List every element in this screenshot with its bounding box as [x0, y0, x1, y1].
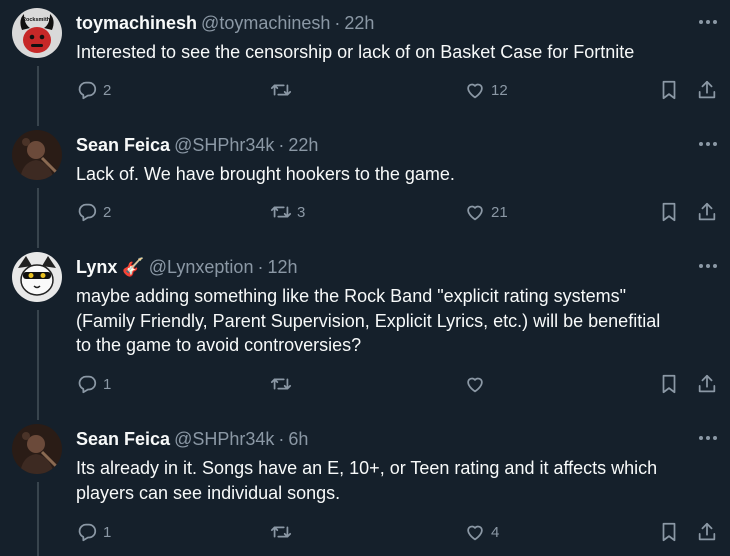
like-count: 12 [491, 81, 508, 99]
separator-dot: · [257, 257, 264, 277]
avatar[interactable] [12, 424, 62, 474]
display-name[interactable]: toymachinesh [76, 13, 197, 33]
display-name[interactable]: Sean Feica [76, 429, 170, 449]
like-count: 4 [491, 523, 500, 541]
tweet-text: Its already in it. Songs have an E, 10+,… [76, 456, 716, 505]
separator-dot: · [278, 429, 285, 449]
share-button[interactable] [696, 200, 718, 224]
tweet-text-line: players can see individual songs. [76, 482, 341, 503]
svg-text:Rocksmith²: Rocksmith² [22, 16, 52, 23]
heart-icon [467, 377, 483, 393]
tweet-header: Sean Feica @SHPhr34k · 22h [76, 134, 318, 156]
avatar[interactable]: Rocksmith² [12, 8, 62, 58]
retweet-count: 3 [297, 203, 306, 221]
action-bar: 1 [76, 372, 724, 396]
retweet-icon [270, 206, 292, 218]
tweet[interactable]: Sean Feica @SHPhr34k · 22h Lack of. We have… [0, 130, 730, 230]
reply-count: 1 [103, 523, 112, 541]
tweet-text-line: to the game to avoid controversies? [76, 335, 362, 355]
reply-button[interactable]: 1 [76, 372, 111, 396]
like-count: 21 [491, 203, 508, 221]
share-icon [698, 202, 716, 221]
tweet-text-line: Interested to see the censorship or lack… [76, 42, 635, 62]
share-icon [698, 374, 716, 393]
more-icon[interactable] [694, 424, 722, 452]
retweet-button[interactable] [270, 520, 297, 544]
reply-icon [78, 81, 97, 100]
retweet-icon [270, 84, 292, 96]
bookmark-icon [662, 80, 676, 100]
more-icon[interactable] [694, 130, 722, 158]
user-handle[interactable]: @toymachinesh [201, 13, 330, 33]
timestamp[interactable]: 6h [288, 429, 308, 449]
tweet-text: Interested to see the censorship or lack… [76, 40, 716, 65]
tweet-header: Lynx 🎸 @Lynxeption · 12h [76, 256, 298, 278]
share-icon [698, 80, 716, 99]
tweet-text-line: (Family Friendly, Parent Supervision, Ex… [76, 310, 661, 331]
like-button[interactable]: 21 [464, 200, 508, 224]
display-name[interactable]: Lynx [76, 257, 117, 277]
share-icon [698, 522, 716, 541]
action-bar: 2 12 [76, 78, 724, 102]
avatar[interactable] [12, 130, 62, 180]
bookmark-button[interactable] [658, 200, 680, 224]
share-button[interactable] [696, 372, 718, 396]
reply-button[interactable]: 1 [76, 520, 111, 544]
tweet-text: maybe adding something like the Rock Ban… [76, 284, 716, 358]
retweet-button[interactable]: 3 [270, 200, 305, 224]
retweet-icon [270, 378, 292, 390]
timestamp[interactable]: 22h [288, 135, 318, 155]
more-icon[interactable] [694, 8, 722, 36]
retweet-button[interactable] [270, 372, 297, 396]
tweet[interactable]: Rocksmith² toymachinesh @toymachinesh · 22h… [0, 8, 730, 108]
action-bar: 1 4 [76, 520, 724, 544]
tweet-text-line: maybe adding something like the Rock Ban… [76, 286, 627, 306]
reply-icon [78, 523, 97, 542]
retweet-icon [270, 526, 292, 538]
retweet-button[interactable] [270, 78, 297, 102]
tweet-header: Sean Feica @SHPhr34k · 6h [76, 428, 308, 450]
avatar[interactable] [12, 252, 62, 302]
user-handle[interactable]: @SHPhr34k [174, 135, 274, 155]
tweet-text: Lack of. We have brought hookers to the … [76, 162, 716, 187]
reply-count: 1 [103, 375, 112, 393]
separator-dot: · [278, 135, 285, 155]
tweet[interactable]: Lynx 🎸 @Lynxeption · 12h maybe adding somet… [0, 252, 730, 402]
heart-icon [467, 525, 483, 541]
tweet-text-line: Lack of. We have brought hookers to the … [76, 164, 455, 184]
user-handle[interactable]: @SHPhr34k [174, 429, 274, 449]
reply-button[interactable]: 2 [76, 200, 111, 224]
bookmark-button[interactable] [658, 78, 680, 102]
tweet[interactable]: Sean Feica @SHPhr34k · 6h Its already in it… [0, 424, 730, 554]
bookmark-button[interactable] [658, 520, 680, 544]
more-icon[interactable] [694, 252, 722, 280]
reply-count: 2 [103, 81, 112, 99]
timestamp[interactable]: 12h [267, 257, 297, 277]
separator-dot: · [334, 13, 341, 33]
action-bar: 2 3 21 [76, 200, 724, 224]
reply-icon [78, 375, 97, 394]
share-button[interactable] [696, 520, 718, 544]
heart-icon [467, 83, 483, 99]
reply-count: 2 [103, 203, 112, 221]
bookmark-button[interactable] [658, 372, 680, 396]
reply-button[interactable]: 2 [76, 78, 111, 102]
bookmark-icon [662, 202, 676, 222]
display-name[interactable]: Sean Feica [76, 135, 170, 155]
like-button[interactable] [464, 372, 491, 396]
guitar-emoji: 🎸 [122, 257, 145, 277]
like-button[interactable]: 12 [464, 78, 508, 102]
user-handle[interactable]: @Lynxeption [149, 257, 254, 277]
bookmark-icon [662, 522, 676, 542]
tweet-text-line: Its already in it. Songs have an E, 10+,… [76, 458, 658, 478]
timestamp[interactable]: 22h [344, 13, 374, 33]
heart-icon [467, 205, 483, 221]
reply-icon [78, 203, 97, 222]
tweet-header: toymachinesh @toymachinesh · 22h [76, 12, 374, 34]
share-button[interactable] [696, 78, 718, 102]
like-button[interactable]: 4 [464, 520, 499, 544]
bookmark-icon [662, 374, 676, 394]
